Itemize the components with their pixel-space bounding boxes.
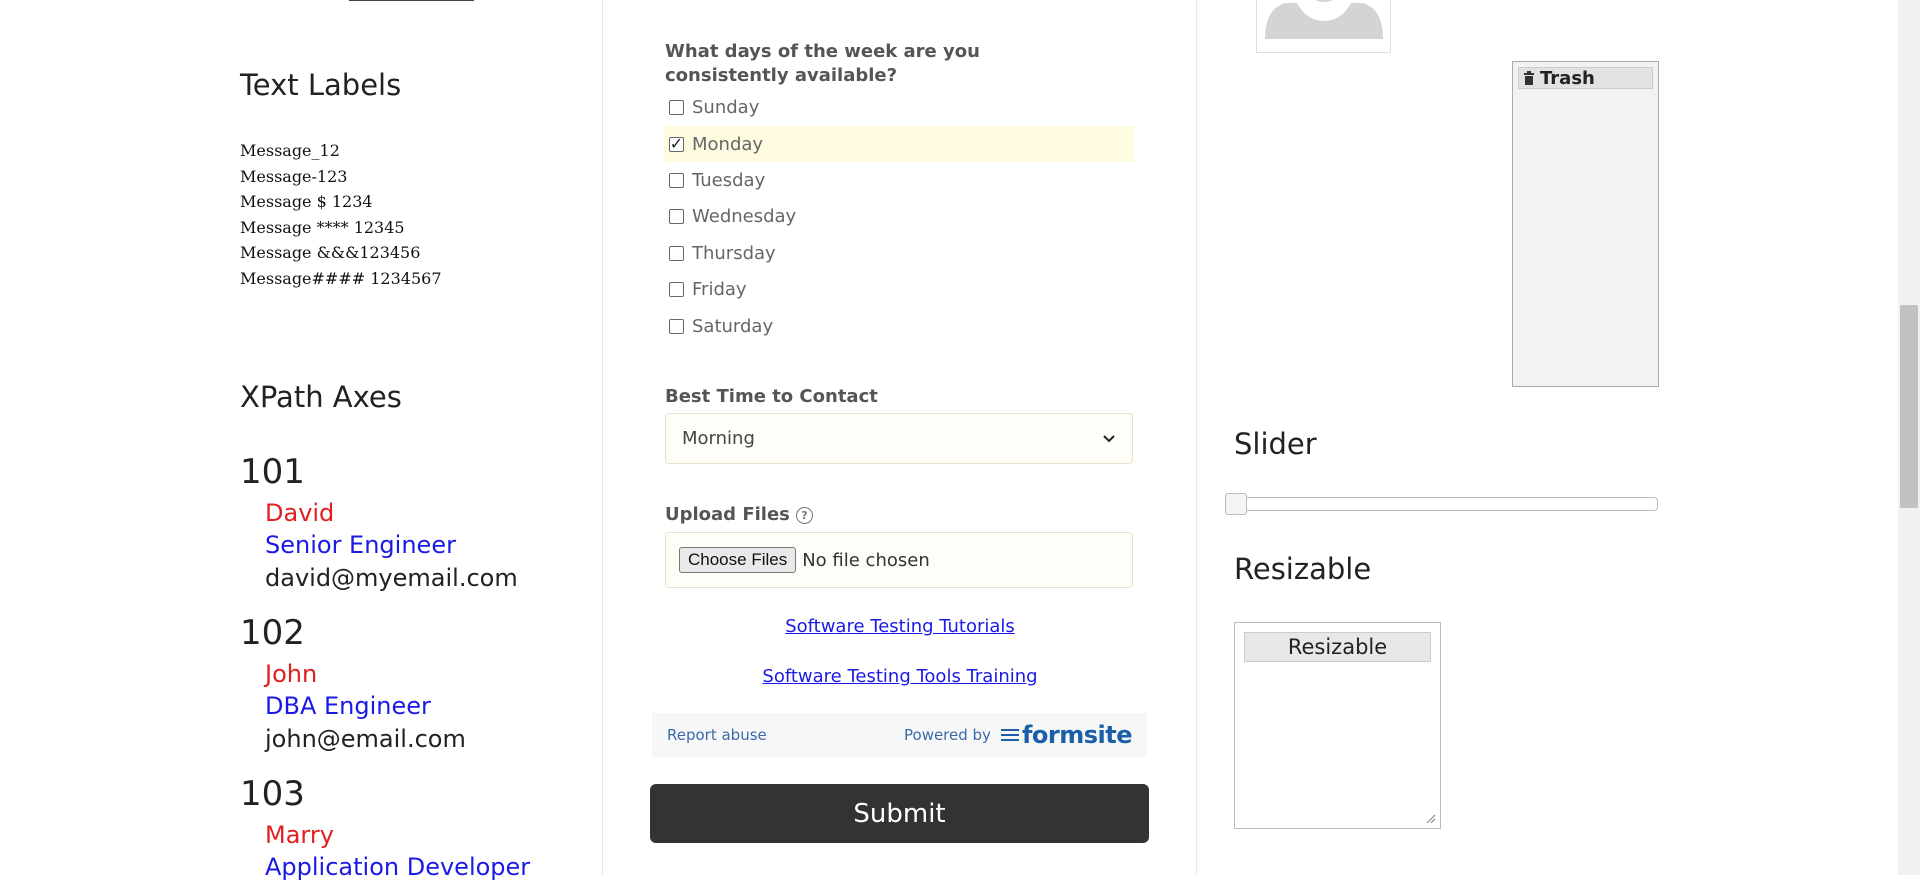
- employee-name: David: [265, 499, 335, 527]
- employee-id: 102: [240, 613, 305, 653]
- resizable-header: Resizable: [1244, 632, 1431, 662]
- checkbox-box[interactable]: [669, 318, 684, 334]
- form-footer: Report abuse Powered by formsite: [652, 713, 1147, 757]
- message-label: Message **** 12345: [240, 218, 405, 237]
- person-placeholder-icon: [1265, 0, 1383, 39]
- employee-email: john@email.com: [265, 725, 466, 753]
- employee-name: Marry: [265, 821, 334, 849]
- chevron-down-icon: [1103, 434, 1115, 442]
- message-label: Message &&&123456: [240, 243, 421, 262]
- column-divider-right: [1196, 0, 1197, 875]
- checkbox-label: Wednesday: [692, 205, 797, 227]
- software-testing-tools-training-link[interactable]: Software Testing Tools Training: [665, 666, 1135, 687]
- checkbox-sunday[interactable]: Sunday: [664, 89, 1134, 125]
- report-abuse-link[interactable]: Report abuse: [667, 726, 767, 744]
- checkbox-box[interactable]: [669, 281, 684, 297]
- checkbox-label: Thursday: [692, 242, 776, 264]
- checkbox-label: Friday: [692, 278, 747, 300]
- employee-id: 103: [240, 774, 305, 814]
- checkbox-friday[interactable]: Friday: [664, 271, 1134, 307]
- resizable-title: Resizable: [1234, 552, 1372, 586]
- checkbox-monday[interactable]: ✓ Monday: [664, 126, 1134, 162]
- checkbox-box[interactable]: [669, 208, 684, 224]
- resize-grip-icon[interactable]: [1426, 814, 1436, 824]
- check-icon: ✓: [669, 134, 684, 153]
- employee-id: 101: [240, 452, 305, 492]
- choose-files-button[interactable]: Choose Files: [679, 547, 797, 573]
- trash-icon: [1524, 71, 1534, 85]
- help-icon[interactable]: ?: [795, 506, 813, 524]
- employee-name: John: [265, 660, 318, 688]
- best-time-select[interactable]: Morning: [665, 413, 1133, 464]
- days-question: What days of the week are you consistent…: [665, 41, 980, 86]
- checkbox-label: Saturday: [692, 315, 774, 337]
- employee-email: david@myemail.com: [265, 564, 518, 592]
- file-upload-field[interactable]: Choose Files No file chosen: [665, 532, 1133, 588]
- best-time-label: Best Time to Contact: [665, 386, 878, 407]
- slider-title: Slider: [1234, 427, 1317, 461]
- message-label: Message $ 1234: [240, 192, 373, 211]
- formsite-wordmark: formsite: [1021, 721, 1133, 749]
- resizable-box[interactable]: Resizable: [1234, 622, 1441, 829]
- checkbox-saturday[interactable]: Saturday: [664, 308, 1134, 344]
- upload-files-label: Upload Files?: [665, 504, 813, 525]
- checkbox-tuesday[interactable]: Tuesday: [664, 162, 1134, 198]
- formsite-lines-icon: [1000, 726, 1019, 744]
- text-labels-title: Text Labels: [240, 68, 402, 102]
- slider-track[interactable]: [1228, 497, 1658, 511]
- trash-drop-zone[interactable]: Trash: [1512, 61, 1659, 387]
- submit-button[interactable]: Submit: [650, 784, 1149, 843]
- xpath-axes-title: XPath Axes: [240, 380, 402, 414]
- checkbox-wednesday[interactable]: Wednesday: [664, 198, 1134, 234]
- checkbox-thursday[interactable]: Thursday: [664, 235, 1134, 271]
- slider-handle[interactable]: [1225, 493, 1247, 515]
- powered-by[interactable]: Powered by formsite: [904, 721, 1133, 749]
- employee-role: DBA Engineer: [265, 692, 431, 720]
- message-label: Message_12: [240, 141, 340, 160]
- checkbox-box[interactable]: [669, 99, 684, 115]
- trash-label: Trash: [1540, 67, 1595, 89]
- checkbox-box[interactable]: ✓: [669, 134, 684, 153]
- best-time-value: Morning: [682, 428, 755, 449]
- formsite-logo[interactable]: formsite: [1000, 721, 1133, 749]
- powered-by-text: Powered by: [904, 726, 991, 744]
- checkbox-label: Tuesday: [692, 169, 766, 191]
- checkbox-label: Monday: [692, 133, 764, 155]
- scrollbar-thumb[interactable]: [1900, 305, 1918, 508]
- employee-role: Senior Engineer: [265, 531, 456, 559]
- checkbox-label: Sunday: [692, 96, 760, 118]
- message-label: Message#### 1234567: [240, 269, 442, 288]
- trash-header: Trash: [1518, 67, 1653, 89]
- employee-role: Application Developer: [265, 853, 531, 881]
- checkbox-box[interactable]: [669, 172, 684, 188]
- column-divider-left: [602, 0, 603, 875]
- top-rule: [349, 0, 474, 1]
- message-label: Message-123: [240, 167, 348, 186]
- avatar-image: [1256, 0, 1391, 53]
- no-file-chosen-text: No file chosen: [802, 549, 930, 571]
- upload-files-text: Upload Files: [665, 504, 790, 525]
- checkbox-box[interactable]: [669, 245, 684, 261]
- software-testing-tutorials-link[interactable]: Software Testing Tutorials: [665, 616, 1135, 637]
